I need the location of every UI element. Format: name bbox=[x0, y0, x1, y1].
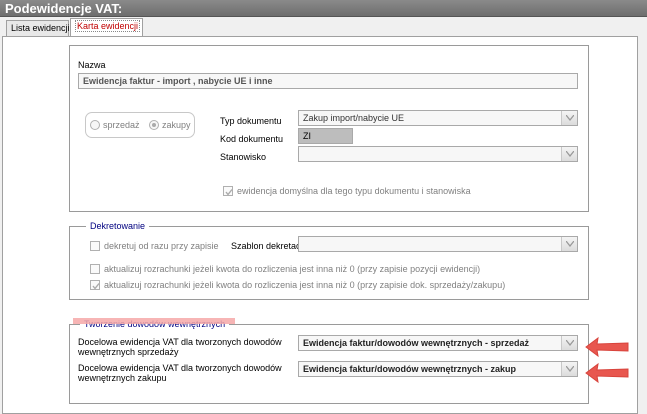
aktualizuj-dokumentu-label: aktualizuj rozrachunki jeżeli kwota do r… bbox=[104, 280, 506, 290]
aktualizuj-dokumentu-checkbox[interactable] bbox=[90, 280, 100, 290]
chevron-down-icon bbox=[566, 241, 574, 247]
dekretowanie-title: Dekretowanie bbox=[86, 221, 150, 231]
radio-selected-dot bbox=[152, 123, 156, 127]
tab-lista-ewidencji-label: Lista ewidencji bbox=[11, 23, 70, 33]
radio-sprzedaz[interactable] bbox=[90, 120, 100, 130]
kod-dokumentu-field: ZI bbox=[298, 128, 353, 144]
annotation-arrow-icon bbox=[585, 362, 629, 384]
name-input[interactable]: Ewidencja faktur - import , nabycie UE i… bbox=[78, 73, 578, 89]
docelowa-zakup-label-line1: Docelowa ewidencja VAT dla tworzonych do… bbox=[78, 363, 282, 373]
szablon-dekretacji-label: Szablon dekretacji bbox=[231, 241, 305, 251]
dekretuj-checkbox[interactable] bbox=[90, 241, 100, 251]
chevron-down-icon bbox=[566, 115, 574, 121]
radio-sprzedaz-label: sprzedaż bbox=[103, 120, 140, 130]
typ-dokumentu-label: Typ dokumentu bbox=[220, 116, 282, 126]
docelowa-sprzedaz-label-line1: Docelowa ewidencja VAT dla tworzonych do… bbox=[78, 337, 282, 347]
aktualizuj-pozycji-checkbox[interactable] bbox=[90, 264, 100, 274]
domyslna-checkbox[interactable] bbox=[223, 186, 233, 196]
chevron-down-icon bbox=[566, 366, 574, 372]
check-icon bbox=[92, 283, 100, 290]
typ-dokumentu-value: Zakup import/nabycie UE bbox=[303, 113, 405, 123]
check-icon bbox=[225, 189, 233, 196]
aktualizuj-pozycji-label: aktualizuj rozrachunki jeżeli kwota do r… bbox=[104, 264, 481, 274]
docelowa-sprzedaz-dropdown-button[interactable] bbox=[561, 336, 577, 350]
annotation-highlight bbox=[73, 318, 235, 324]
szablon-dekretacji-select[interactable] bbox=[298, 236, 578, 252]
tab-lista-ewidencji[interactable]: Lista ewidencji bbox=[6, 20, 70, 36]
tab-karta-ewidencji-label: Karta ewidencji bbox=[75, 20, 141, 32]
typ-dokumentu-dropdown-button[interactable] bbox=[561, 111, 577, 125]
kod-dokumentu-label: Kod dokumentu bbox=[220, 134, 284, 144]
domyslna-label: ewidencja domyślna dla tego typu dokumen… bbox=[237, 186, 471, 196]
tworzenie-group: Tworzenie dowodów wewnętrznych Docelowa … bbox=[69, 319, 589, 404]
direction-radio-group: sprzedaż zakupy bbox=[85, 112, 195, 138]
tab-content-panel: Nazwa Ewidencja faktur - import , nabyci… bbox=[2, 36, 638, 414]
radio-zakupy[interactable] bbox=[149, 120, 159, 130]
chevron-down-icon bbox=[566, 340, 574, 346]
title-bar: Podewidencje VAT: bbox=[0, 0, 647, 17]
docelowa-zakup-select[interactable]: Ewidencja faktur/dowodów wewnętrznych - … bbox=[298, 361, 578, 377]
main-group: Nazwa Ewidencja faktur - import , nabyci… bbox=[69, 45, 589, 212]
docelowa-zakup-dropdown-button[interactable] bbox=[561, 362, 577, 376]
annotation-arrow-icon bbox=[585, 336, 629, 358]
docelowa-sprzedaz-label-line2: wewnętrznych sprzedaży bbox=[78, 347, 179, 357]
docelowa-sprzedaz-select[interactable]: Ewidencja faktur/dowodów wewnętrznych - … bbox=[298, 335, 578, 351]
docelowa-zakup-value: Ewidencja faktur/dowodów wewnętrznych - … bbox=[303, 364, 517, 374]
stanowisko-dropdown-button[interactable] bbox=[561, 147, 577, 161]
stanowisko-label: Stanowisko bbox=[220, 152, 267, 162]
window-title: Podewidencje VAT: bbox=[5, 1, 123, 16]
radio-zakupy-label: zakupy bbox=[162, 120, 191, 130]
dekretuj-label: dekretuj od razu przy zapisie bbox=[104, 241, 219, 251]
typ-dokumentu-select[interactable]: Zakup import/nabycie UE bbox=[298, 110, 578, 126]
tab-karta-ewidencji[interactable]: Karta ewidencji bbox=[70, 18, 143, 36]
szablon-dekretacji-dropdown-button[interactable] bbox=[561, 237, 577, 251]
dekretowanie-group: Dekretowanie dekretuj od razu przy zapis… bbox=[69, 221, 589, 300]
name-label: Nazwa bbox=[78, 60, 106, 70]
docelowa-zakup-label-line2: wewnętrznych zakupu bbox=[78, 373, 167, 383]
docelowa-sprzedaz-value: Ewidencja faktur/dowodów wewnętrznych - … bbox=[303, 338, 530, 348]
stanowisko-select[interactable] bbox=[298, 146, 578, 162]
chevron-down-icon bbox=[566, 151, 574, 157]
